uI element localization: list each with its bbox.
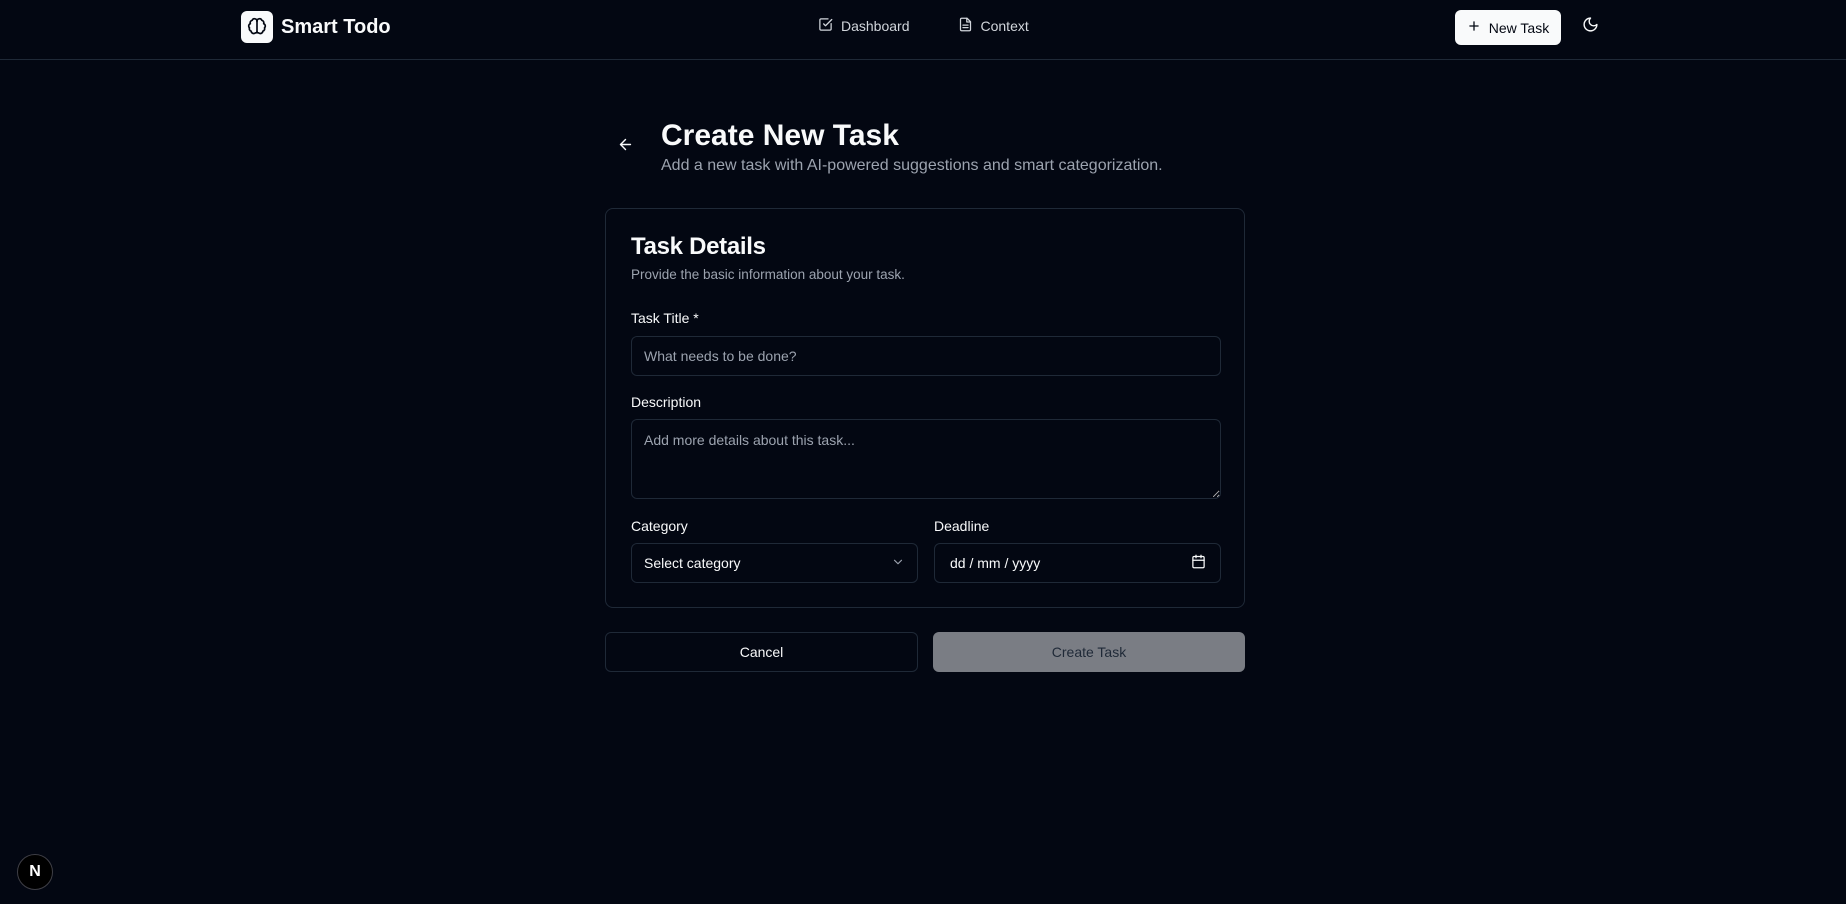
nav-item-label: Context (980, 18, 1029, 34)
deadline-value: dd / mm / yyyy (950, 555, 1041, 571)
task-title-input[interactable] (631, 336, 1221, 376)
deadline-date-input[interactable]: dd / mm / yyyy (934, 543, 1221, 583)
arrow-left-icon (617, 136, 634, 158)
moon-icon (1582, 16, 1599, 38)
task-title-label: Task Title * (631, 310, 699, 326)
page-subtitle: Add a new task with AI-powered suggestio… (661, 157, 1163, 174)
chevron-down-icon (891, 555, 905, 572)
document-icon (958, 17, 973, 35)
card-title: Task Details (631, 233, 766, 260)
calendar-icon[interactable] (1191, 554, 1206, 572)
nav-item-dashboard[interactable]: Dashboard (818, 17, 910, 35)
new-task-label: New Task (1488, 19, 1550, 36)
category-select-value: Select category (644, 555, 741, 571)
new-task-button[interactable]: New Task (1455, 10, 1561, 45)
theme-toggle-button[interactable] (1578, 15, 1602, 39)
next-dev-badge[interactable]: N (17, 854, 53, 890)
category-select[interactable]: Select category (631, 543, 918, 583)
cancel-button[interactable]: Cancel (605, 632, 918, 672)
brain-icon (241, 11, 273, 43)
description-textarea[interactable] (631, 419, 1221, 499)
deadline-label: Deadline (934, 518, 990, 534)
brand[interactable]: Smart Todo (241, 11, 391, 43)
task-details-card: Task Details Provide the basic informati… (605, 208, 1245, 608)
back-button[interactable] (612, 134, 638, 160)
create-task-button[interactable]: Create Task (933, 632, 1245, 672)
main-nav: Dashboard Context (818, 17, 1029, 35)
checkbox-icon (818, 17, 833, 35)
brand-name: Smart Todo (281, 15, 391, 38)
category-label: Category (631, 518, 688, 534)
description-label: Description (631, 394, 702, 410)
card-description: Provide the basic information about your… (631, 267, 905, 282)
plus-icon (1467, 19, 1481, 36)
page-title: Create New Task (661, 119, 899, 152)
badge-letter: N (29, 863, 41, 880)
top-navbar: Smart Todo Dashboard Context New Task (0, 0, 1846, 60)
nav-item-label: Dashboard (841, 18, 910, 34)
nav-item-context[interactable]: Context (958, 17, 1029, 35)
